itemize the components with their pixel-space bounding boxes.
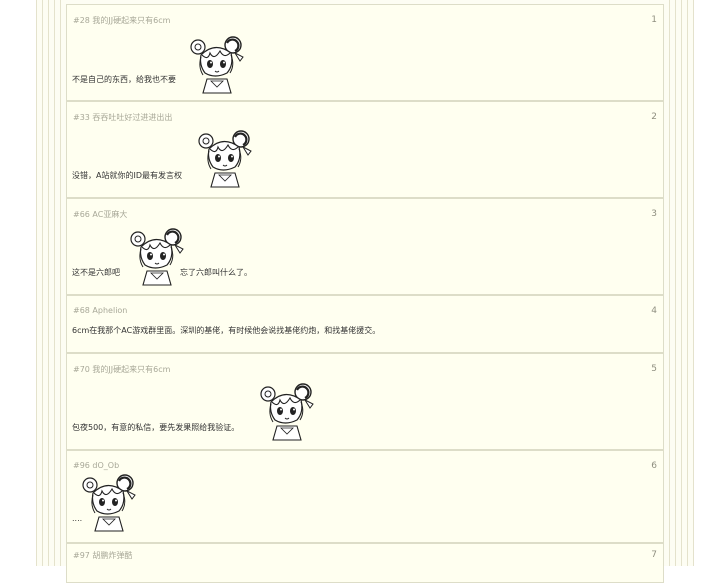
post-number: 4 xyxy=(651,306,657,316)
post-author[interactable]: #66 AC亚麻大 xyxy=(73,209,127,220)
post-item: #97 胡鹏炸弹酷 7 xyxy=(66,543,664,583)
post-number: 7 xyxy=(651,550,657,560)
ac-girl-sticker-icon xyxy=(189,35,245,95)
post-text: 这不是六郎吧 xyxy=(72,268,120,277)
post-number: 1 xyxy=(651,15,657,25)
post-number: 3 xyxy=(651,209,657,219)
post-item: #96 dO_Ob 6 .... xyxy=(66,450,664,543)
post-number: 5 xyxy=(651,364,657,374)
post-number: 6 xyxy=(651,461,657,471)
post-item: #33 吞吞吐吐好过进进出出 2 没错，A站就你的ID最有发言权 xyxy=(66,101,664,198)
ac-girl-sticker-icon xyxy=(259,382,315,442)
post-item: #66 AC亚麻大 3 这不是六郎吧 忘了六郎叫什么了。 xyxy=(66,198,664,295)
post-text: .... xyxy=(72,514,83,523)
post-text: 没错，A站就你的ID最有发言权 xyxy=(72,171,182,180)
post-text: 包夜500，有意的私信，要先发果照给我验证。 xyxy=(72,423,240,432)
ac-girl-sticker-icon xyxy=(129,227,185,287)
post-author[interactable]: #28 我的JJ硬起来只有6cm xyxy=(73,15,170,26)
post-text: 6cm在我那个AC游戏群里面。深圳的基佬，有时候他会说找基佬约炮，和找基佬援交。 xyxy=(72,326,381,335)
post-author[interactable]: #70 我的JJ硬起来只有6cm xyxy=(73,364,170,375)
post-item: #70 我的JJ硬起来只有6cm 5 包夜500，有意的私信，要先发果照给我验证… xyxy=(66,353,664,450)
post-text-continued: 忘了六郎叫什么了。 xyxy=(180,268,252,277)
post-author[interactable]: #33 吞吞吐吐好过进进出出 xyxy=(73,112,172,123)
post-text: 不是自己的东西，给我也不要 xyxy=(72,75,176,84)
thread: #28 我的JJ硬起来只有6cm 1 不是自己的东西，给我也不要 #33 吞吞吐… xyxy=(66,0,664,583)
ac-girl-sticker-icon xyxy=(197,129,253,189)
ac-girl-sticker-icon xyxy=(81,473,137,533)
post-number: 2 xyxy=(651,112,657,122)
post-item: #28 我的JJ硬起来只有6cm 1 不是自己的东西，给我也不要 xyxy=(66,4,664,101)
post-author[interactable]: #68 Aphelion xyxy=(73,306,127,315)
post-author[interactable]: #96 dO_Ob xyxy=(73,461,119,470)
post-item: #68 Aphelion 4 6cm在我那个AC游戏群里面。深圳的基佬，有时候他… xyxy=(66,295,664,353)
